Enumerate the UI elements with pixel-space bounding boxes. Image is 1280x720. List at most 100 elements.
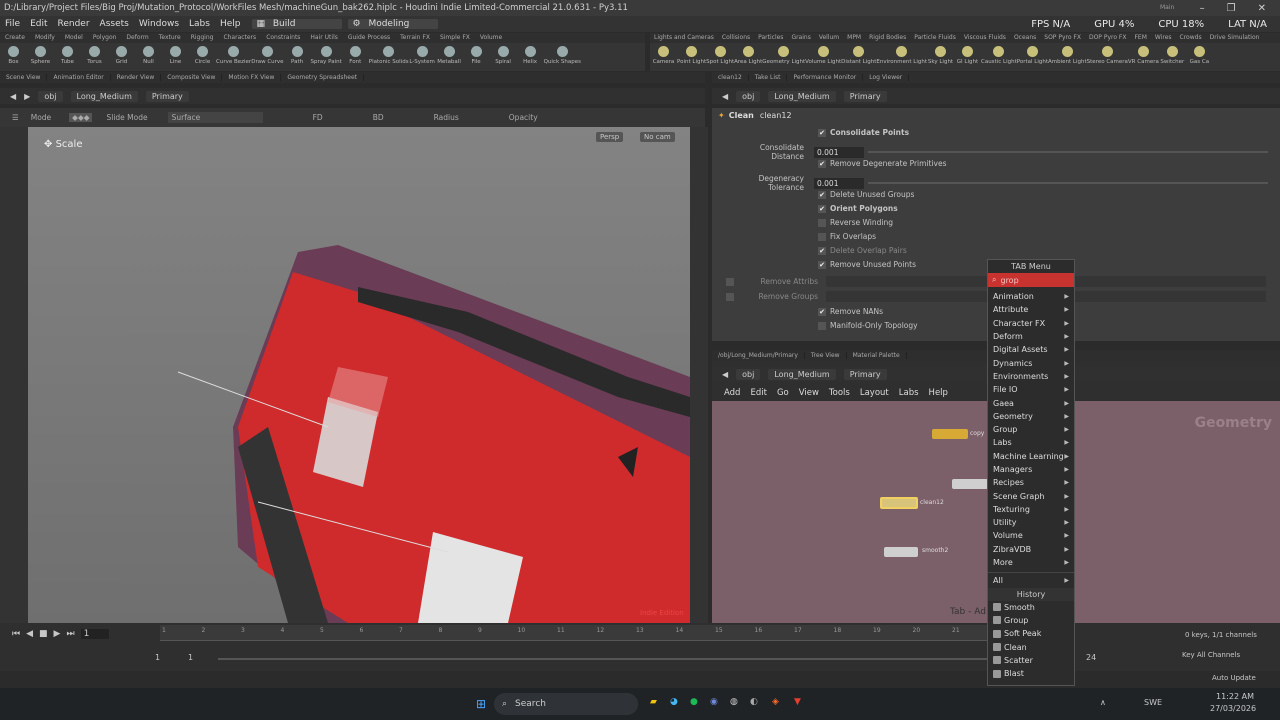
tab-menu-zibravdb[interactable]: ZibraVDB ▶	[988, 543, 1074, 556]
net-tab-material-palette[interactable]: Material Palette	[847, 352, 907, 359]
tool-point-light[interactable]: Point Light	[677, 43, 706, 71]
net-menu-go[interactable]: Go	[777, 388, 789, 398]
tab-menu-managers[interactable]: Managers ▶	[988, 463, 1074, 476]
net-path-context[interactable]: Primary	[843, 368, 887, 380]
tool-grid[interactable]: Grid	[108, 43, 135, 71]
degeneracy-slider[interactable]	[868, 182, 1268, 184]
tab-menu-dynamics[interactable]: Dynamics ▶	[988, 356, 1074, 369]
shelf-tab-drive-simulation[interactable]: Drive Simulation	[1206, 33, 1264, 43]
pane-tab-take-list[interactable]: Take List	[749, 74, 788, 81]
end-frame[interactable]: 24	[1086, 653, 1096, 662]
degeneracy-field[interactable]: 0.001	[814, 177, 864, 189]
history-item-blast[interactable]: Blast	[988, 667, 1074, 680]
menu-help[interactable]: Help	[215, 19, 246, 29]
shelf-tab-collisions[interactable]: Collisions	[718, 33, 754, 43]
tab-menu-group[interactable]: Group ▶	[988, 423, 1074, 436]
menu-render[interactable]: Render	[53, 19, 95, 29]
shelf-tab-simple-fx[interactable]: Simple FX	[435, 33, 475, 43]
shelf-tab-lights-and-cameras[interactable]: Lights and Cameras	[650, 33, 718, 43]
path-context-right[interactable]: Primary	[843, 90, 887, 102]
play-icon[interactable]: ▶	[54, 629, 61, 639]
tab-menu-file-io[interactable]: File IO ▶	[988, 383, 1074, 396]
shelf-tab-viscous-fluids[interactable]: Viscous Fluids	[960, 33, 1010, 43]
reverse-winding-checkbox[interactable]	[818, 218, 826, 227]
app2-icon[interactable]: ◐	[750, 697, 758, 707]
shelf-tab-mpm[interactable]: MPM	[843, 33, 865, 43]
tray-chevron-icon[interactable]: ∧	[1100, 698, 1106, 707]
tool-spot-light[interactable]: Spot Light	[706, 43, 734, 71]
tool-font[interactable]: Font	[342, 43, 369, 71]
node-copy[interactable]	[932, 429, 968, 439]
shelf-tab-modify[interactable]: Modify	[30, 33, 60, 43]
file-explorer-icon[interactable]: ▰	[650, 697, 657, 707]
net-menu-labs[interactable]: Labs	[899, 388, 919, 398]
windows-start-icon[interactable]: ⊞	[476, 697, 486, 711]
key-all-button[interactable]: Key All Channels	[1182, 651, 1240, 659]
shelf-tab-rigging[interactable]: Rigging	[186, 33, 219, 43]
remove-degenerate-checkbox[interactable]: ✔	[818, 159, 826, 168]
path-object[interactable]: Long_Medium	[70, 90, 138, 102]
shelf-tab-characters[interactable]: Characters	[218, 33, 261, 43]
shelf-tab-guide-process[interactable]: Guide Process	[343, 33, 395, 43]
tab-menu-search[interactable]: ⌕ grop	[988, 273, 1074, 287]
tab-menu-digital-assets[interactable]: Digital Assets ▶	[988, 343, 1074, 356]
auto-update-button[interactable]: Auto Update	[1212, 674, 1256, 682]
net-menu-layout[interactable]: Layout	[860, 388, 889, 398]
net-menu-add[interactable]: Add	[724, 388, 740, 398]
language-indicator[interactable]: SWE	[1144, 698, 1162, 707]
shelf-tab-terrain-fx[interactable]: Terrain FX	[395, 33, 435, 43]
timeline-ruler[interactable]: 1 2 3 4 5 6 7 8 9 10 11 12 13 14 15 16 17 18 19 20 21	[160, 625, 990, 641]
tab-menu-geometry[interactable]: Geometry ▶	[988, 410, 1074, 423]
net-menu-view[interactable]: View	[799, 388, 819, 398]
shelf-tab-deform[interactable]: Deform	[121, 33, 153, 43]
path-root[interactable]: obj	[38, 90, 63, 102]
pane-tab-log-viewer[interactable]: Log Viewer	[863, 74, 910, 81]
manifold-only-checkbox[interactable]	[818, 321, 826, 330]
tool-line[interactable]: Line	[162, 43, 189, 71]
frame-field[interactable]: 1	[80, 629, 109, 639]
start-frame[interactable]: 1	[155, 653, 160, 662]
shelf-tab-create[interactable]: Create	[0, 33, 30, 43]
menu-file[interactable]: File	[0, 19, 25, 29]
stop-icon[interactable]: ■	[39, 629, 48, 639]
tool-gas-ca[interactable]: Gas Ca	[1186, 43, 1213, 71]
sculpt-mode-icon[interactable]: ◆◆◆	[69, 113, 93, 122]
orient-polygons-checkbox[interactable]: ✔	[818, 204, 826, 213]
tool-curve-bezier[interactable]: Curve Bezier	[216, 43, 251, 71]
tool-ambient-light[interactable]: Ambient Light	[1048, 43, 1087, 71]
taskbar-search[interactable]: ⌕ Search	[494, 693, 638, 715]
tool-l-system[interactable]: L-System	[409, 43, 436, 71]
tool-sphere[interactable]: Sphere	[27, 43, 54, 71]
desktop-build-select[interactable]: ▦ Build	[251, 19, 342, 29]
path-root-right[interactable]: obj	[736, 90, 761, 102]
menu-icon[interactable]: ☰	[12, 113, 19, 122]
menu-edit[interactable]: Edit	[25, 19, 52, 29]
node-name[interactable]: clean12	[760, 111, 792, 120]
tab-menu-volume[interactable]: Volume ▶	[988, 529, 1074, 542]
tab-menu-recipes[interactable]: Recipes ▶	[988, 476, 1074, 489]
remove-attribs-toggle[interactable]	[726, 277, 734, 286]
tool-path[interactable]: Path	[284, 43, 311, 71]
clock-time[interactable]: 11:22 AM	[1216, 692, 1254, 701]
fix-overlaps-checkbox[interactable]	[818, 232, 826, 241]
path-object-right[interactable]: Long_Medium	[768, 90, 836, 102]
shelf-tab-texture[interactable]: Texture	[154, 33, 186, 43]
net-menu-help[interactable]: Help	[929, 388, 948, 398]
net-tab-tree-view[interactable]: Tree View	[805, 352, 847, 359]
tool-gi-light[interactable]: GI Light	[954, 43, 981, 71]
tab-menu-scene-graph[interactable]: Scene Graph ▶	[988, 489, 1074, 502]
back-icon-right[interactable]: ◀	[722, 92, 728, 101]
close-icon[interactable]: ✕	[1258, 3, 1266, 14]
houdini-icon[interactable]: ◈	[772, 697, 779, 707]
tool-switcher[interactable]: Switcher	[1159, 43, 1186, 71]
history-item-scatter[interactable]: Scatter	[988, 654, 1074, 667]
minimize-icon[interactable]: –	[1200, 3, 1205, 14]
net-menu-tools[interactable]: Tools	[829, 388, 850, 398]
desktop-modeling-select[interactable]: ⚙ Modeling	[347, 19, 438, 29]
tool-distant-light[interactable]: Distant Light	[841, 43, 876, 71]
shelf-tab-particles[interactable]: Particles	[754, 33, 787, 43]
net-path-root[interactable]: obj	[736, 368, 761, 380]
tab-menu-character-fx[interactable]: Character FX ▶	[988, 317, 1074, 330]
slide-mode-label[interactable]: Slide Mode	[106, 113, 147, 122]
tool-box[interactable]: Box	[0, 43, 27, 71]
